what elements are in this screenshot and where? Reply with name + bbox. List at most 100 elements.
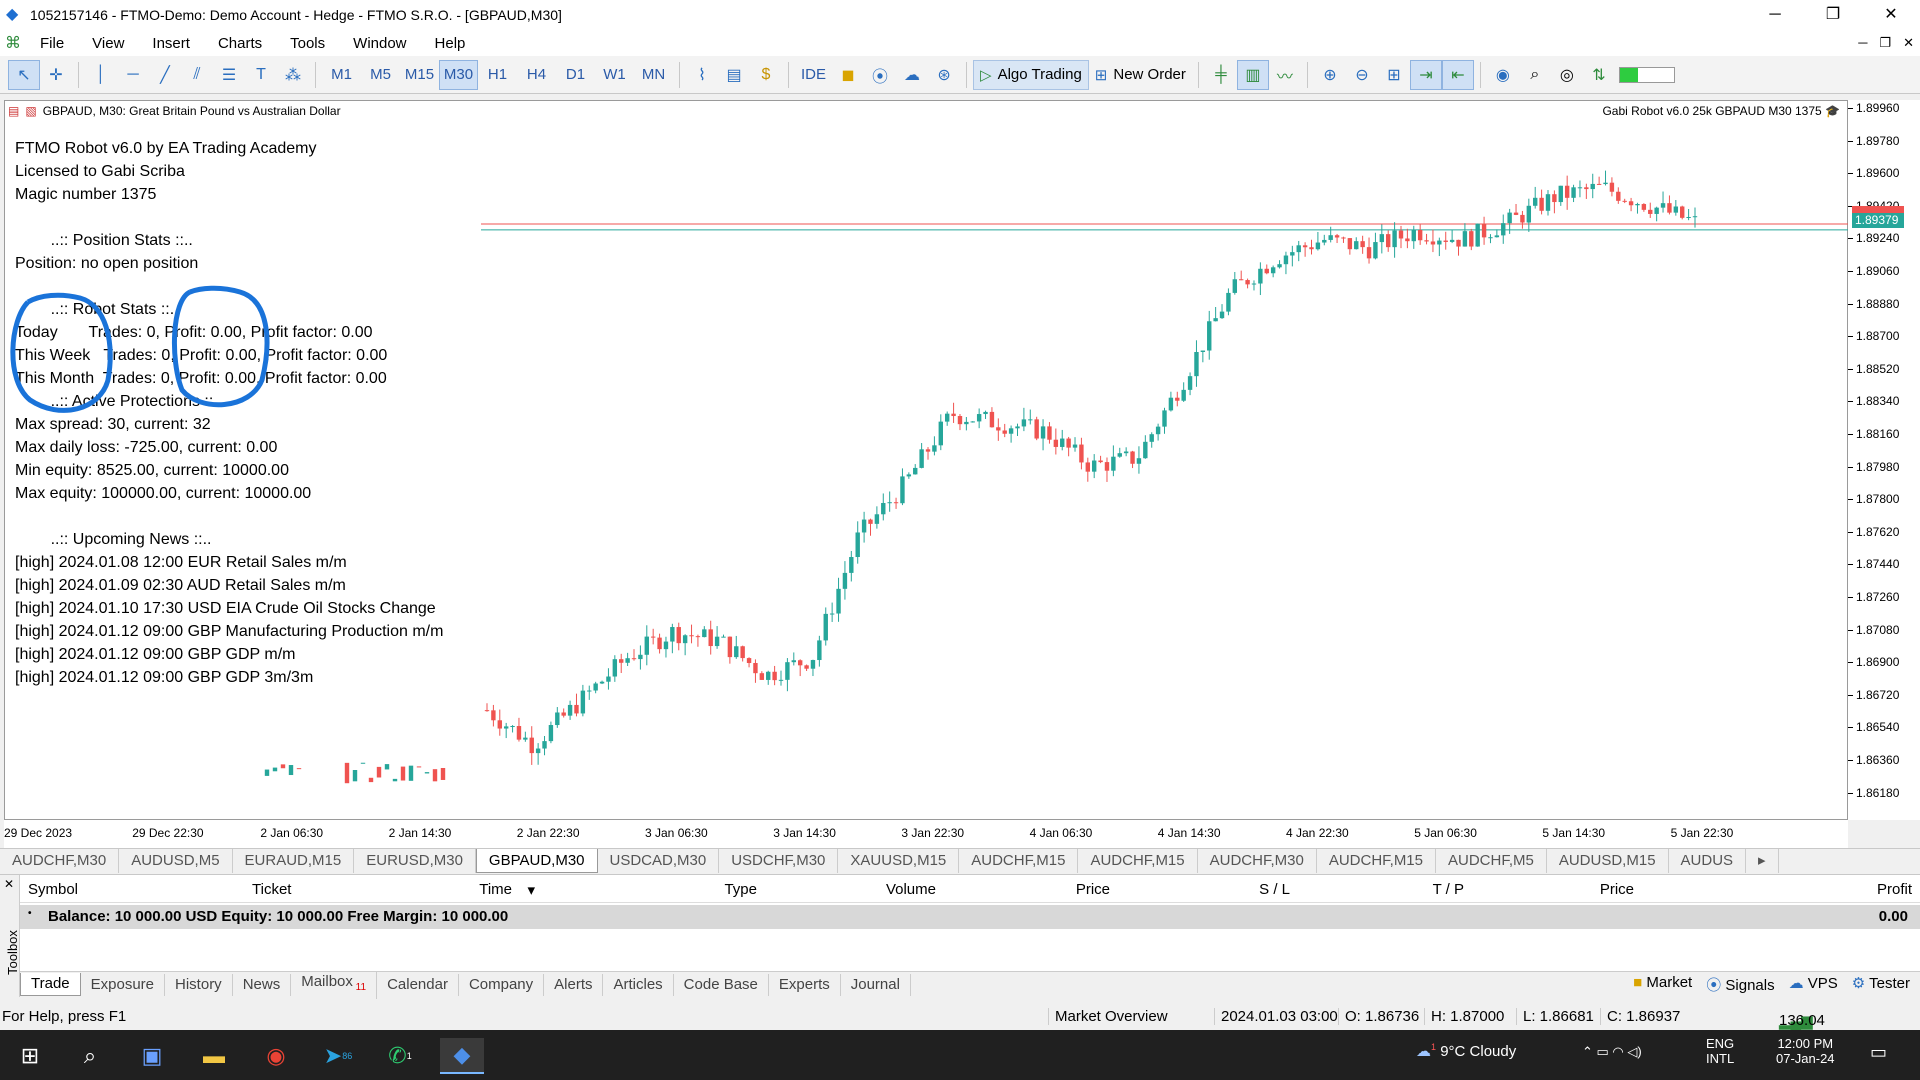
timeframe-mn[interactable]: MN <box>634 60 673 90</box>
menu-insert[interactable]: Insert <box>138 35 204 52</box>
line-chart-icon[interactable]: 〰 <box>1269 60 1301 90</box>
timeframe-h4[interactable]: H4 <box>517 60 556 90</box>
bar-chart-icon[interactable]: ╪ <box>1205 60 1237 90</box>
trendline-icon[interactable]: ╱ <box>149 60 181 90</box>
timeframe-m1[interactable]: M1 <box>322 60 361 90</box>
whatsapp-icon[interactable]: ✆ 1 <box>378 1038 422 1074</box>
menu-charts[interactable]: Charts <box>204 35 276 52</box>
column-header[interactable]: Profit <box>1877 881 1912 898</box>
symbol-tab[interactable]: AUDCHF,M15 <box>959 849 1079 873</box>
menu-window[interactable]: Window <box>339 35 420 52</box>
symbol-tab[interactable]: GBPAUD,M30 <box>475 849 598 873</box>
vps-link[interactable]: ☁ VPS <box>1789 974 1838 995</box>
language-indicator[interactable]: ENG INTL <box>1706 1036 1734 1066</box>
timeframe-m30[interactable]: M30 <box>439 59 478 90</box>
vps-icon[interactable]: ⊛ <box>928 60 960 90</box>
price-chart[interactable] <box>5 101 1849 821</box>
column-header[interactable]: S / L <box>1259 881 1290 898</box>
market-link[interactable]: ■ Market <box>1633 974 1692 995</box>
chart-type-icon[interactable]: ▤ <box>718 60 750 90</box>
column-header[interactable]: Volume <box>886 881 936 898</box>
tray-icons[interactable]: ⌃ ▭ ◠ ◁) <box>1582 1044 1642 1060</box>
tile-windows-icon[interactable]: ⊞ <box>1378 60 1410 90</box>
status-market-overview[interactable]: Market Overview <box>1048 1008 1168 1025</box>
symbol-tab[interactable]: AUDCHF,M5 <box>1436 849 1547 873</box>
toolbox-tab[interactable]: News <box>233 973 292 996</box>
crosshair-icon[interactable]: ✛ <box>40 60 72 90</box>
symbol-tab[interactable]: EURAUD,M15 <box>233 849 355 873</box>
toolbox-tab[interactable]: Company <box>459 973 545 996</box>
timeframe-m15[interactable]: M15 <box>400 60 439 90</box>
toolbox-tab[interactable]: Articles <box>603 973 674 996</box>
symbol-tab[interactable]: AUDCHF,M30 <box>0 849 120 873</box>
chrome-icon[interactable]: ◉ <box>254 1038 298 1074</box>
signals-link[interactable]: ⦿ Signals <box>1706 974 1774 995</box>
symbol-tab[interactable]: AUDUSD,M15 <box>1547 849 1669 873</box>
symbol-tab[interactable]: USDCAD,M30 <box>598 849 720 873</box>
column-header[interactable]: Symbol <box>28 881 78 898</box>
menu-help[interactable]: Help <box>421 35 480 52</box>
minimize-button[interactable]: ─ <box>1746 0 1804 30</box>
close-button[interactable]: ✕ <box>1862 0 1920 30</box>
mdi-restore-button[interactable]: ❐ <box>1879 35 1891 51</box>
symbol-tab[interactable]: AUDCHF,M15 <box>1317 849 1436 873</box>
ea-icon[interactable]: ▧ <box>25 104 36 118</box>
timeframe-m5[interactable]: M5 <box>361 60 400 90</box>
zoom-in-icon[interactable]: ⊕ <box>1314 60 1346 90</box>
toolbox-close-icon[interactable]: ✕ <box>4 877 14 891</box>
screenshot-icon[interactable]: ◉ <box>1487 60 1519 90</box>
market-watch-icon[interactable]: ⌘ <box>0 28 26 58</box>
fibonacci-icon[interactable]: ☰ <box>213 60 245 90</box>
mdi-minimize-button[interactable]: ─ <box>1858 35 1867 51</box>
search-icon[interactable]: ⌕ <box>1519 60 1551 90</box>
weather-widget[interactable]: ☁1 9°C Cloudy <box>1416 1042 1516 1060</box>
timeframe-d1[interactable]: D1 <box>556 60 595 90</box>
column-header[interactable]: Type <box>724 881 757 898</box>
toolbox-tab[interactable]: Code Base <box>674 973 769 996</box>
price-axis[interactable]: 1.899601.897801.896001.894201.892401.890… <box>1848 100 1920 820</box>
column-header[interactable]: Time <box>479 881 512 898</box>
shapes-icon[interactable]: ⁂ <box>277 60 309 90</box>
toolbox-tab[interactable]: History <box>165 973 233 996</box>
symbol-tab[interactable]: USDCHF,M30 <box>719 849 839 873</box>
clock[interactable]: 12:00 PM 07-Jan-24 <box>1776 1036 1835 1066</box>
restore-button[interactable]: ❐ <box>1804 0 1862 30</box>
market-bag-icon[interactable]: ◼ <box>832 60 864 90</box>
app-icon[interactable]: ▣ <box>130 1038 174 1074</box>
symbol-tab[interactable]: EURUSD,M30 <box>354 849 476 873</box>
cursor-icon[interactable]: ↖ <box>8 59 40 90</box>
robot-hat-icon[interactable]: 🎓 <box>1825 104 1840 118</box>
menu-file[interactable]: File <box>26 35 78 52</box>
toolbox-tab[interactable]: Calendar <box>377 973 459 996</box>
chart-shift-icon[interactable]: ⇤ <box>1441 59 1474 90</box>
symbol-tab[interactable]: AUDCHF,M15 <box>1078 849 1198 873</box>
channel-icon[interactable]: ⫽ <box>181 60 213 90</box>
toolbox-tab[interactable]: Journal <box>841 973 911 996</box>
notifications-icon[interactable]: ▭ <box>1870 1042 1887 1063</box>
symbol-tab[interactable]: XAUUSD,M15 <box>838 849 960 873</box>
toolbox-tab[interactable]: Mailbox 11 <box>291 970 378 999</box>
horizontal-line-icon[interactable]: ─ <box>117 60 149 90</box>
symbol-tab[interactable]: AUDUSD,M5 <box>119 849 233 873</box>
account-icon[interactable]: ◎ <box>1551 60 1583 90</box>
mdi-close-button[interactable]: ✕ <box>1903 35 1914 51</box>
zoom-out-icon[interactable]: ⊖ <box>1346 60 1378 90</box>
tab-scroll-right-icon[interactable]: ▸ <box>1746 849 1779 873</box>
vertical-line-icon[interactable]: │ <box>85 60 117 90</box>
autoscroll-icon[interactable]: ⇥ <box>1409 59 1442 90</box>
dollar-icon[interactable]: $ <box>750 60 782 90</box>
menu-tools[interactable]: Tools <box>276 35 339 52</box>
search-icon[interactable]: ⌕ <box>68 1038 112 1074</box>
windows-start-icon[interactable]: ⊞ <box>8 1038 52 1074</box>
column-header[interactable]: Ticket <box>252 881 291 898</box>
column-header[interactable]: Price <box>1600 881 1634 898</box>
text-icon[interactable]: T <box>245 60 277 90</box>
algo-trading-button[interactable]: ▷ Algo Trading <box>973 59 1089 90</box>
toolbox-tab[interactable]: Exposure <box>81 973 166 996</box>
symbol-tab[interactable]: AUDUS <box>1669 849 1747 873</box>
menu-view[interactable]: View <box>78 35 138 52</box>
sort-desc-icon[interactable]: ▾ <box>527 881 535 899</box>
column-header[interactable]: T / P <box>1433 881 1464 898</box>
column-header[interactable]: Price <box>1076 881 1110 898</box>
signals-icon[interactable]: ⦿ <box>864 60 896 90</box>
